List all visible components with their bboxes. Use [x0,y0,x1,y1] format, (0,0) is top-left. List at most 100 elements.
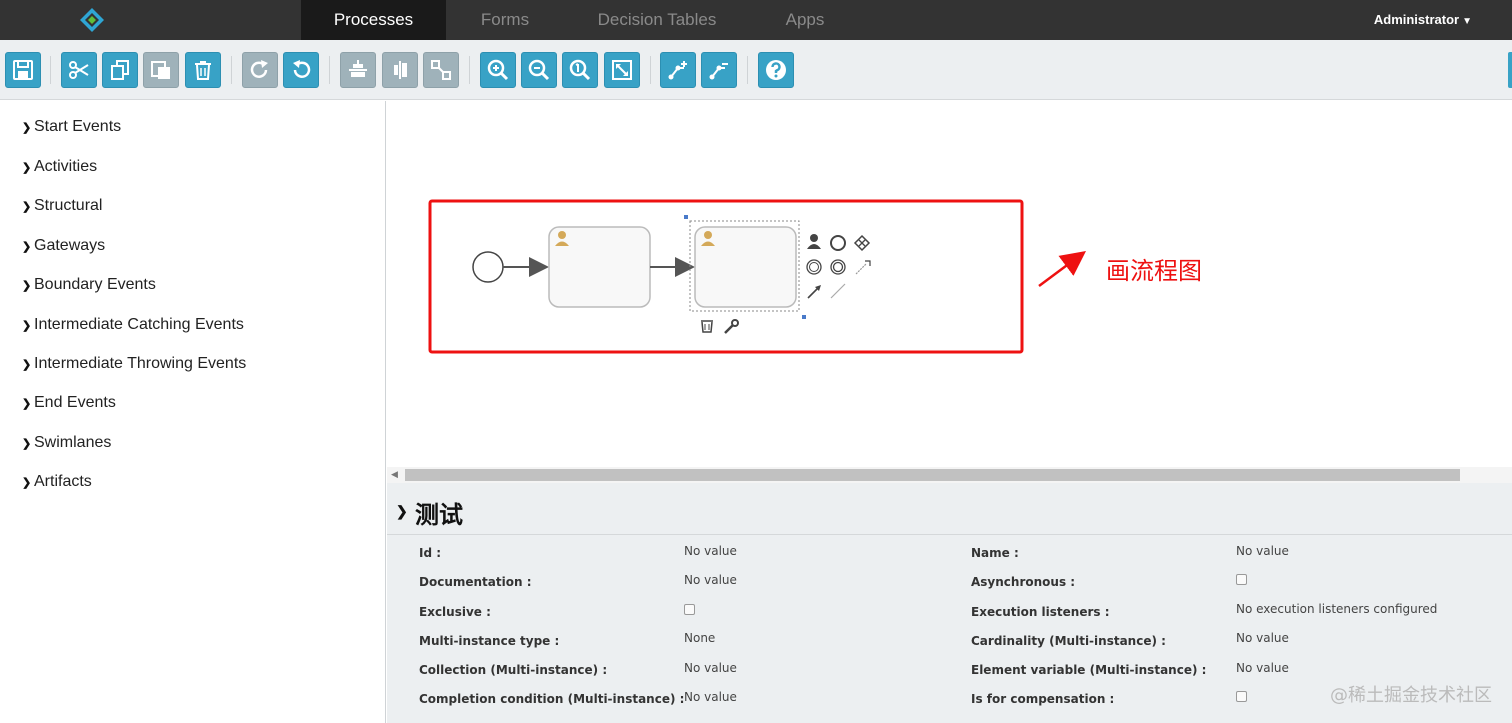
palette-group-artifacts[interactable]: ❯ Artifacts [22,471,92,493]
app-logo-icon[interactable] [79,7,105,33]
save-button[interactable] [5,52,41,88]
connect-arrow-icon[interactable] [807,285,821,299]
palette-group-label: End Events [34,394,116,411]
add-gateway-icon[interactable] [853,234,871,252]
add-user-task-icon[interactable] [807,234,821,249]
toolbar-edge-button[interactable] [1508,52,1512,88]
prop-value-id[interactable]: No value [684,544,737,558]
prop-label-exclusive: Exclusive : [419,605,491,619]
connect-line-icon[interactable] [830,283,846,299]
palette-group-start-events[interactable]: ❯ Start Events [22,116,121,138]
align-vertical-button[interactable] [340,52,376,88]
delete-button[interactable] [185,52,221,88]
prop-value-element-variable[interactable]: No value [1236,661,1289,675]
palette-group-label: Start Events [34,118,122,135]
redo-button[interactable] [242,52,278,88]
copy-icon [111,60,129,80]
prop-value-multi-instance-type[interactable]: None [684,631,715,645]
add-boundary-event-icon[interactable] [830,259,846,275]
diagram-canvas[interactable]: 画流程图 [387,101,1512,467]
prop-value-completion-condition[interactable]: No value [684,690,737,704]
palette-group-boundary-events[interactable]: ❯ Boundary Events [22,274,156,296]
asynchronous-checkbox[interactable] [1236,574,1247,585]
tab-processes[interactable]: Processes [301,0,446,40]
redo-icon [250,60,268,78]
prop-label-completion-condition: Completion condition (Multi-instance) : [419,692,685,706]
palette-group-label: Intermediate Catching Events [34,316,244,333]
palette-group-intermediate-throwing-events[interactable]: ❯ Intermediate Throwing Events [22,353,246,375]
scroll-left-icon[interactable]: ◀ [391,469,398,480]
user-task-selected[interactable] [684,215,806,319]
user-menu[interactable]: Administrator ▼ [1374,0,1472,40]
zoom-actual-button[interactable] [562,52,598,88]
prop-value-cardinality[interactable]: No value [1236,631,1289,645]
annotation-arrow [1038,251,1087,288]
add-end-event-icon[interactable] [830,235,846,251]
prop-label-element-variable: Element variable (Multi-instance) : [971,663,1207,677]
align-horizontal-button[interactable] [382,52,418,88]
user-task[interactable] [548,226,651,308]
tab-apps[interactable]: Apps [750,0,860,40]
resize-handle[interactable] [684,215,688,219]
palette-group-structural[interactable]: ❯ Structural [22,195,102,217]
chevron-right-icon: ❯ [22,477,32,489]
tab-decision-tables[interactable]: Decision Tables [564,0,750,40]
palette-group-intermediate-catching-events[interactable]: ❯ Intermediate Catching Events [22,314,244,336]
wrench-icon[interactable] [724,319,739,334]
zoom-out-button[interactable] [521,52,557,88]
cut-icon [69,61,89,79]
zoom-actual-icon [569,59,591,81]
chevron-right-icon: ❯ [22,122,32,134]
prop-label-documentation: Documentation : [419,575,532,589]
prop-value-name[interactable]: No value [1236,544,1289,558]
zoom-in-button[interactable] [480,52,516,88]
undo-button[interactable] [283,52,319,88]
bpmn-diagram [428,199,1087,354]
help-icon [766,60,786,80]
canvas-horizontal-scrollbar[interactable]: ◀ [387,467,1512,483]
resize-handle[interactable] [802,315,806,319]
properties-header[interactable]: ❯ 测试 [387,483,1512,535]
scrollbar-thumb[interactable] [405,469,1460,481]
compensation-checkbox[interactable] [1236,691,1247,702]
undo-icon [293,60,311,78]
chevron-down-icon: ❯ [396,503,408,519]
toolbar-separator [469,56,470,84]
remove-bendpoint-button[interactable] [701,52,737,88]
palette-group-label: Intermediate Throwing Events [34,355,247,372]
chevron-right-icon: ❯ [22,162,32,174]
prop-value-collection[interactable]: No value [684,661,737,675]
prop-label-cardinality: Cardinality (Multi-instance) : [971,634,1166,648]
prop-value-execution-listeners[interactable]: No execution listeners configured [1236,602,1437,616]
chevron-right-icon: ❯ [22,398,32,410]
palette-group-gateways[interactable]: ❯ Gateways [22,235,105,257]
add-bendpoint-button[interactable] [660,52,696,88]
start-event[interactable] [472,251,504,283]
palette-group-activities[interactable]: ❯ Activities [22,156,97,178]
watermark: @稀土掘金技术社区 [1330,685,1492,706]
paste-icon [151,61,170,79]
palette-group-end-events[interactable]: ❯ End Events [22,392,116,414]
align-horizontal-icon [394,61,407,79]
zoom-fit-button[interactable] [604,52,640,88]
paste-button[interactable] [143,52,179,88]
toolbar-separator [329,56,330,84]
chevron-right-icon: ❯ [22,280,32,292]
same-size-button[interactable] [423,52,459,88]
tab-forms[interactable]: Forms [446,0,564,40]
add-intermediate-event-icon[interactable] [806,259,822,275]
cut-button[interactable] [61,52,97,88]
zoom-in-icon [487,59,509,81]
help-button[interactable] [758,52,794,88]
trash-icon[interactable] [701,320,713,333]
palette-group-label: Swimlanes [34,434,112,451]
exclusive-checkbox[interactable] [684,604,695,615]
association-icon[interactable] [855,260,871,275]
prop-label-id: Id : [419,546,442,560]
chevron-right-icon: ❯ [22,320,32,332]
prop-label-asynchronous: Asynchronous : [971,575,1076,589]
shape-palette: ❯ Start Events ❯ Activities ❯ Structural ❯ G… [0,101,386,723]
palette-group-swimlanes[interactable]: ❯ Swimlanes [22,432,111,454]
copy-button[interactable] [102,52,138,88]
prop-value-documentation[interactable]: No value [684,573,737,587]
